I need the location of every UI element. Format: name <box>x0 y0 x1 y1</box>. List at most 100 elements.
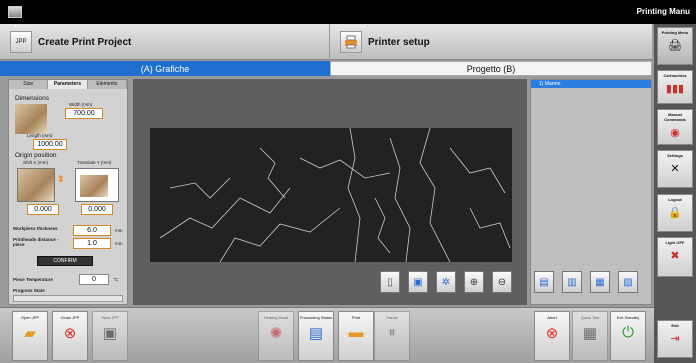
ink-icon: ▮▮▮ <box>665 83 685 95</box>
layer-copy-button[interactable]: ▦ <box>590 271 610 293</box>
length-field[interactable]: 1000.00 <box>33 139 67 150</box>
translate-y-label: Translate Y (mm) <box>77 160 112 165</box>
parameter-subtabs: Size Parameters Elements <box>9 80 127 89</box>
zoom-out-button[interactable]: ⊖ <box>492 271 512 293</box>
gear-icon: ✲ <box>441 276 451 288</box>
temperature-label: Piece Temperature <box>13 277 53 282</box>
temperature-field: 0 <box>79 274 109 285</box>
create-project-label: Create Print Project <box>38 36 132 48</box>
layer-edit-button[interactable]: ▥ <box>562 271 582 293</box>
layer-delete-button[interactable]: ▧ <box>618 271 638 293</box>
layer-add-icon: ▤ <box>539 276 549 288</box>
confirm-button[interactable]: CONFIRM <box>37 256 93 266</box>
marble-veins <box>159 127 511 263</box>
create-project-icon: JPP <box>10 31 32 53</box>
material-preview <box>15 104 47 134</box>
close-file-icon: ⊗ <box>63 325 77 342</box>
window-title: Printing Manu <box>636 7 690 16</box>
thickness-field[interactable]: 6.0 <box>73 225 111 236</box>
thickness-label: Workpiece thickness <box>13 226 58 231</box>
tab-progetto[interactable]: Progetto (B) <box>330 61 652 76</box>
temperature-unit: °C <box>113 277 119 282</box>
save-icon: ▣ <box>102 325 118 342</box>
open-jpp-button[interactable]: Open JPP ▰ <box>12 311 48 361</box>
pause-button[interactable]: Pause ⏸ <box>374 311 410 361</box>
fit-view-button[interactable]: ▣ <box>408 271 428 293</box>
progress-label: Progress State <box>13 288 45 293</box>
processing-status-button[interactable]: Processing Status ▤ <box>298 311 334 361</box>
shift-x-label: Shift X (mm) <box>23 160 49 165</box>
origin-heading: Origin position <box>15 152 57 159</box>
layer-add-button[interactable]: ▤ <box>534 271 554 293</box>
status-icon: ▤ <box>308 325 324 342</box>
abort-button[interactable]: Abort ⊗ <box>534 311 570 361</box>
parameters-panel: Size Parameters Elements Dimensions Widt… <box>8 79 128 305</box>
subtab-parameters[interactable]: Parameters <box>48 80 88 89</box>
distance-unit: mm <box>115 241 123 246</box>
manual-commands-button[interactable]: Manual Commands ◉ <box>657 109 693 145</box>
pause-icon: ⏸ <box>388 324 396 341</box>
lifebuoy-icon: ◉ <box>670 127 680 139</box>
folder-icon: ▰ <box>24 325 36 342</box>
width-label: Width (mm) <box>69 102 93 107</box>
bulb-icon: ✖ <box>670 250 680 262</box>
fit-icon: ▣ <box>413 276 423 288</box>
subtab-elements[interactable]: Elements <box>87 80 127 89</box>
page-icon: ▯ <box>387 276 393 288</box>
marble-image[interactable] <box>150 127 512 263</box>
exit-button[interactable]: Exit ⇥ <box>657 320 693 358</box>
zoom-out-icon: ⊖ <box>497 276 507 288</box>
zoom-in-icon: ⊕ <box>469 276 479 288</box>
top-toolbar: JPP Create Print Project Printer setup <box>0 24 652 60</box>
printer-setup-label: Printer setup <box>368 36 430 48</box>
quick-test-button[interactable]: Quick Test ▦ <box>572 311 608 361</box>
test-icon: ▦ <box>582 325 598 342</box>
settings-button[interactable]: Settings ✕ <box>657 150 693 188</box>
layer-delete-icon: ▧ <box>623 276 633 288</box>
origin-arrow-icon[interactable]: ⇕ <box>57 174 65 185</box>
settings-view-button[interactable]: ✲ <box>436 271 456 293</box>
tools-icon: ✕ <box>670 163 680 175</box>
distance-field[interactable]: 1.0 <box>73 238 111 249</box>
printer-icon: 🖨 <box>668 40 682 52</box>
heat-icon: ✺ <box>269 325 283 342</box>
shift-x-field[interactable]: 0.000 <box>27 204 59 215</box>
light-off-button[interactable]: Light OFF ✖ <box>657 237 693 277</box>
exit-standby-button[interactable]: Exit Standby ⏻ <box>610 311 646 361</box>
view-tabs: (A) Grafiche Progetto (B) <box>0 61 652 76</box>
layer-item-marmo[interactable]: 1) Marmo <box>531 80 651 88</box>
page-view-button[interactable]: ▯ <box>380 271 400 293</box>
dimensions-heading: Dimensions <box>15 95 49 102</box>
save-jpp-button[interactable]: Save JPP ▣ <box>92 311 128 361</box>
translate-y-field[interactable]: 0.000 <box>81 204 113 215</box>
cartridges-button[interactable]: Cartouchiss ▮▮▮ <box>657 70 693 104</box>
subtab-size[interactable]: Size <box>9 80 49 89</box>
close-jpp-button[interactable]: Close JPP ⊗ <box>52 311 88 361</box>
power-icon: ⏻ <box>622 324 634 341</box>
abort-icon: ⊗ <box>545 325 559 342</box>
lock-icon: 🔒 <box>668 207 682 219</box>
app-logo-icon <box>8 6 22 18</box>
right-sidebar: Printing Menu 🖨 Cartouchiss ▮▮▮ Manual Com… <box>654 24 696 363</box>
width-field[interactable]: 700.00 <box>65 108 103 119</box>
printing-menu-button[interactable]: Printing Menu 🖨 <box>657 27 693 65</box>
layer-copy-icon: ▦ <box>595 276 605 288</box>
origin-preview-left <box>17 168 55 202</box>
tab-grafiche[interactable]: (A) Grafiche <box>0 61 330 76</box>
layer-edit-icon: ▥ <box>567 276 577 288</box>
thickness-unit: mm <box>115 228 123 233</box>
bottom-toolbar: Open JPP ▰ Close JPP ⊗ Save JPP ▣ Heating H… <box>0 307 654 363</box>
distance-label: Printheads distance - piece <box>13 237 59 247</box>
print-button[interactable]: Print ▬ <box>338 311 374 361</box>
printer-setup-icon <box>340 31 362 53</box>
printer-setup-button[interactable]: Printer setup <box>330 24 652 60</box>
origin-preview-right <box>75 168 119 202</box>
heating-head-button[interactable]: Heating Head ✺ <box>258 311 294 361</box>
exit-icon: ⇥ <box>670 333 680 345</box>
logout-button[interactable]: Logout 🔒 <box>657 194 693 232</box>
title-bar: Printing Manu <box>0 0 696 24</box>
zoom-in-button[interactable]: ⊕ <box>464 271 484 293</box>
progress-bar <box>13 295 123 302</box>
length-label: Length (mm) <box>27 133 53 138</box>
create-print-project-button[interactable]: JPP Create Print Project <box>0 24 330 60</box>
